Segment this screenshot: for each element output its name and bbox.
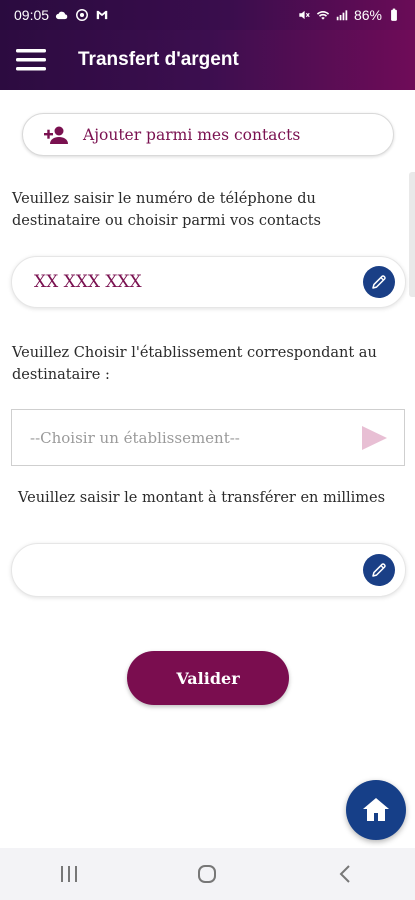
status-right: 86% bbox=[297, 7, 401, 23]
status-left: 09:05 bbox=[14, 7, 109, 23]
establishment-select[interactable]: --Choisir un établissement-- bbox=[11, 409, 405, 466]
back-chevron-icon bbox=[339, 865, 350, 883]
phone-edit-button[interactable] bbox=[363, 266, 395, 298]
mute-icon bbox=[297, 8, 311, 22]
phone-field-container bbox=[11, 256, 406, 308]
signal-icon bbox=[335, 8, 349, 22]
phone-instruction: Veuillez saisir le numéro de téléphone d… bbox=[12, 191, 321, 229]
gmail-icon bbox=[95, 8, 109, 22]
battery-level: 86% bbox=[353, 7, 382, 23]
recent-apps-button[interactable] bbox=[39, 854, 99, 894]
cloud-icon bbox=[55, 8, 69, 22]
add-from-contacts-button[interactable]: Ajouter parmi mes contacts bbox=[22, 113, 394, 156]
amount-instruction: Veuillez saisir le montant à transférer … bbox=[18, 490, 386, 506]
phone-input[interactable] bbox=[34, 272, 363, 292]
home-nav-button[interactable] bbox=[177, 854, 237, 894]
recent-apps-icon bbox=[61, 866, 78, 882]
scroll-indicator bbox=[409, 172, 415, 297]
target-icon bbox=[75, 8, 89, 22]
amount-field-container bbox=[11, 543, 406, 597]
establishment-instruction: Veuillez Choisir l'établissement corresp… bbox=[12, 345, 377, 383]
home-icon bbox=[363, 798, 389, 821]
page-title: Transfert d'argent bbox=[78, 49, 239, 70]
app-bar: Transfert d'argent bbox=[0, 30, 415, 90]
system-navigation-bar bbox=[0, 848, 415, 900]
menu-button[interactable] bbox=[0, 30, 62, 90]
home-button[interactable] bbox=[346, 780, 406, 840]
add-person-icon bbox=[43, 125, 69, 145]
dropdown-arrow-icon bbox=[360, 425, 388, 451]
pencil-icon bbox=[372, 275, 386, 289]
amount-input[interactable] bbox=[34, 560, 363, 580]
validate-button[interactable]: Valider bbox=[127, 651, 289, 705]
pencil-icon bbox=[372, 563, 386, 577]
home-circle-icon bbox=[198, 865, 217, 883]
status-time: 09:05 bbox=[14, 7, 50, 23]
hamburger-icon bbox=[16, 49, 46, 71]
add-from-contacts-label: Ajouter parmi mes contacts bbox=[83, 125, 301, 144]
wifi-icon bbox=[316, 8, 330, 22]
status-bar: 09:05 86% bbox=[0, 0, 415, 30]
battery-icon bbox=[387, 8, 401, 22]
back-button[interactable] bbox=[316, 854, 376, 894]
establishment-select-value: --Choisir un établissement-- bbox=[30, 428, 240, 447]
amount-edit-button[interactable] bbox=[363, 554, 395, 586]
